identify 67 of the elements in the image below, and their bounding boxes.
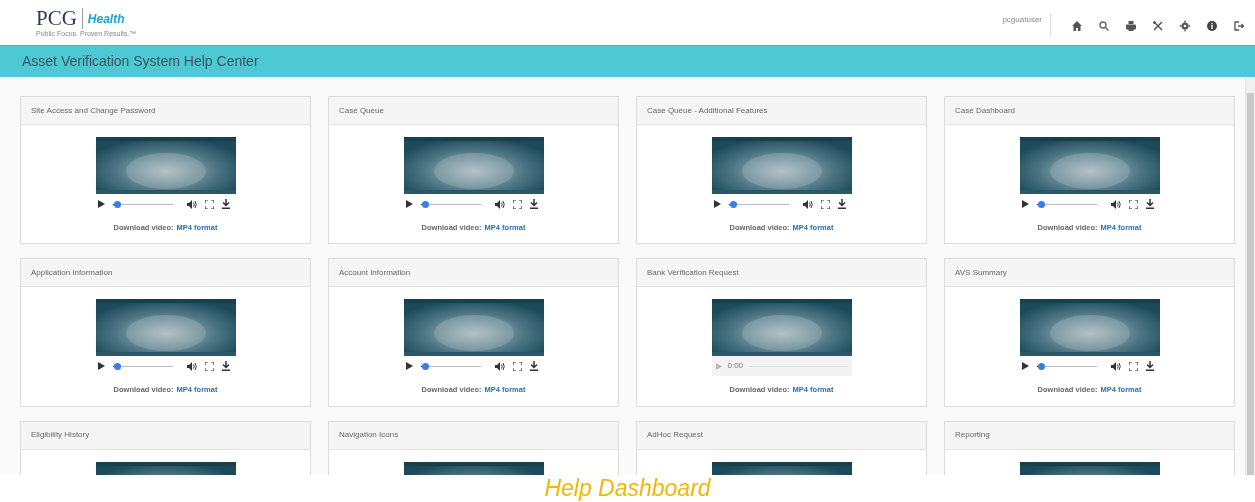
fullscreen-icon[interactable]: [1128, 361, 1138, 371]
progress-slider[interactable]: [728, 200, 789, 208]
download-icon[interactable]: [529, 199, 538, 209]
download-icon[interactable]: [221, 199, 230, 209]
caption: Help Dashboard: [544, 477, 711, 500]
slider-thumb[interactable]: [1037, 200, 1045, 208]
printer-icon[interactable]: [1125, 19, 1137, 32]
card-title: Navigation Icons: [339, 429, 399, 441]
play-icon[interactable]: [405, 362, 413, 371]
scrollbar[interactable]: [1245, 77, 1255, 475]
download-icon[interactable]: [1145, 361, 1154, 372]
card-title: Bank Verification Request: [647, 266, 739, 279]
play-icon[interactable]: [713, 200, 721, 208]
download-icon[interactable]: [529, 361, 538, 372]
play-icon[interactable]: [1021, 200, 1029, 208]
home-icon[interactable]: [1071, 19, 1083, 32]
card-title: Site Access and Change Password: [31, 104, 156, 117]
fullscreen-icon[interactable]: [512, 361, 522, 371]
logo-brand: PCG: [36, 8, 83, 29]
logo-product: Health: [86, 10, 125, 28]
card-title: Eligibility History: [31, 429, 90, 441]
play-icon[interactable]: [97, 200, 105, 208]
volume-icon[interactable]: [494, 361, 505, 371]
slider-thumb[interactable]: [113, 362, 121, 370]
slider-thumb[interactable]: [729, 200, 737, 208]
info-icon[interactable]: [1206, 19, 1218, 32]
volume-icon[interactable]: [494, 199, 505, 209]
progress-slider[interactable]: [1036, 362, 1097, 370]
fullscreen-icon[interactable]: [204, 199, 214, 209]
download-icon[interactable]: [837, 199, 846, 209]
download-icon[interactable]: [1145, 199, 1154, 209]
play-icon[interactable]: [1021, 362, 1029, 371]
search-icon[interactable]: [1098, 19, 1110, 32]
username[interactable]: pcguatuser: [1002, 14, 1051, 36]
settings-icon[interactable]: [1179, 19, 1191, 32]
play-icon[interactable]: [405, 200, 413, 208]
fullscreen-icon[interactable]: [512, 199, 522, 209]
card-title: Reporting: [955, 429, 990, 441]
slider-thumb[interactable]: [421, 200, 429, 208]
progress-slider[interactable]: [420, 362, 481, 370]
volume-icon[interactable]: [186, 361, 197, 371]
fullscreen-icon[interactable]: [204, 361, 214, 371]
fullscreen-icon[interactable]: [820, 199, 830, 209]
progress-slider[interactable]: [420, 200, 481, 208]
time-display: 0:00: [727, 360, 744, 373]
card-title: Case Queue - Additional Features: [647, 104, 768, 117]
progress-slider[interactable]: [1036, 200, 1097, 208]
card-title: Account Information: [339, 266, 411, 279]
volume-icon[interactable]: [1110, 199, 1121, 209]
fullscreen-icon[interactable]: [1128, 199, 1138, 209]
slider-thumb[interactable]: [421, 362, 429, 370]
page-title: Asset Verification System Help Center: [22, 52, 259, 71]
logout-icon[interactable]: [1233, 19, 1245, 32]
volume-icon[interactable]: [802, 199, 813, 209]
card-title: Case Dashboard: [955, 104, 1016, 117]
card-title: Application Information: [31, 266, 113, 279]
volume-icon[interactable]: [1110, 361, 1121, 371]
progress-slider[interactable]: [112, 200, 173, 208]
slider-thumb[interactable]: [113, 200, 121, 208]
card-title: Case Queue: [339, 104, 384, 117]
progress-slider[interactable]: [112, 362, 173, 370]
card-title: AVS Summary: [955, 266, 1007, 279]
volume-icon[interactable]: [186, 199, 197, 209]
slider-thumb[interactable]: [1037, 362, 1045, 370]
download-icon[interactable]: [221, 361, 230, 372]
card-title: AdHoc Request: [647, 429, 704, 441]
play-icon[interactable]: [97, 362, 105, 371]
